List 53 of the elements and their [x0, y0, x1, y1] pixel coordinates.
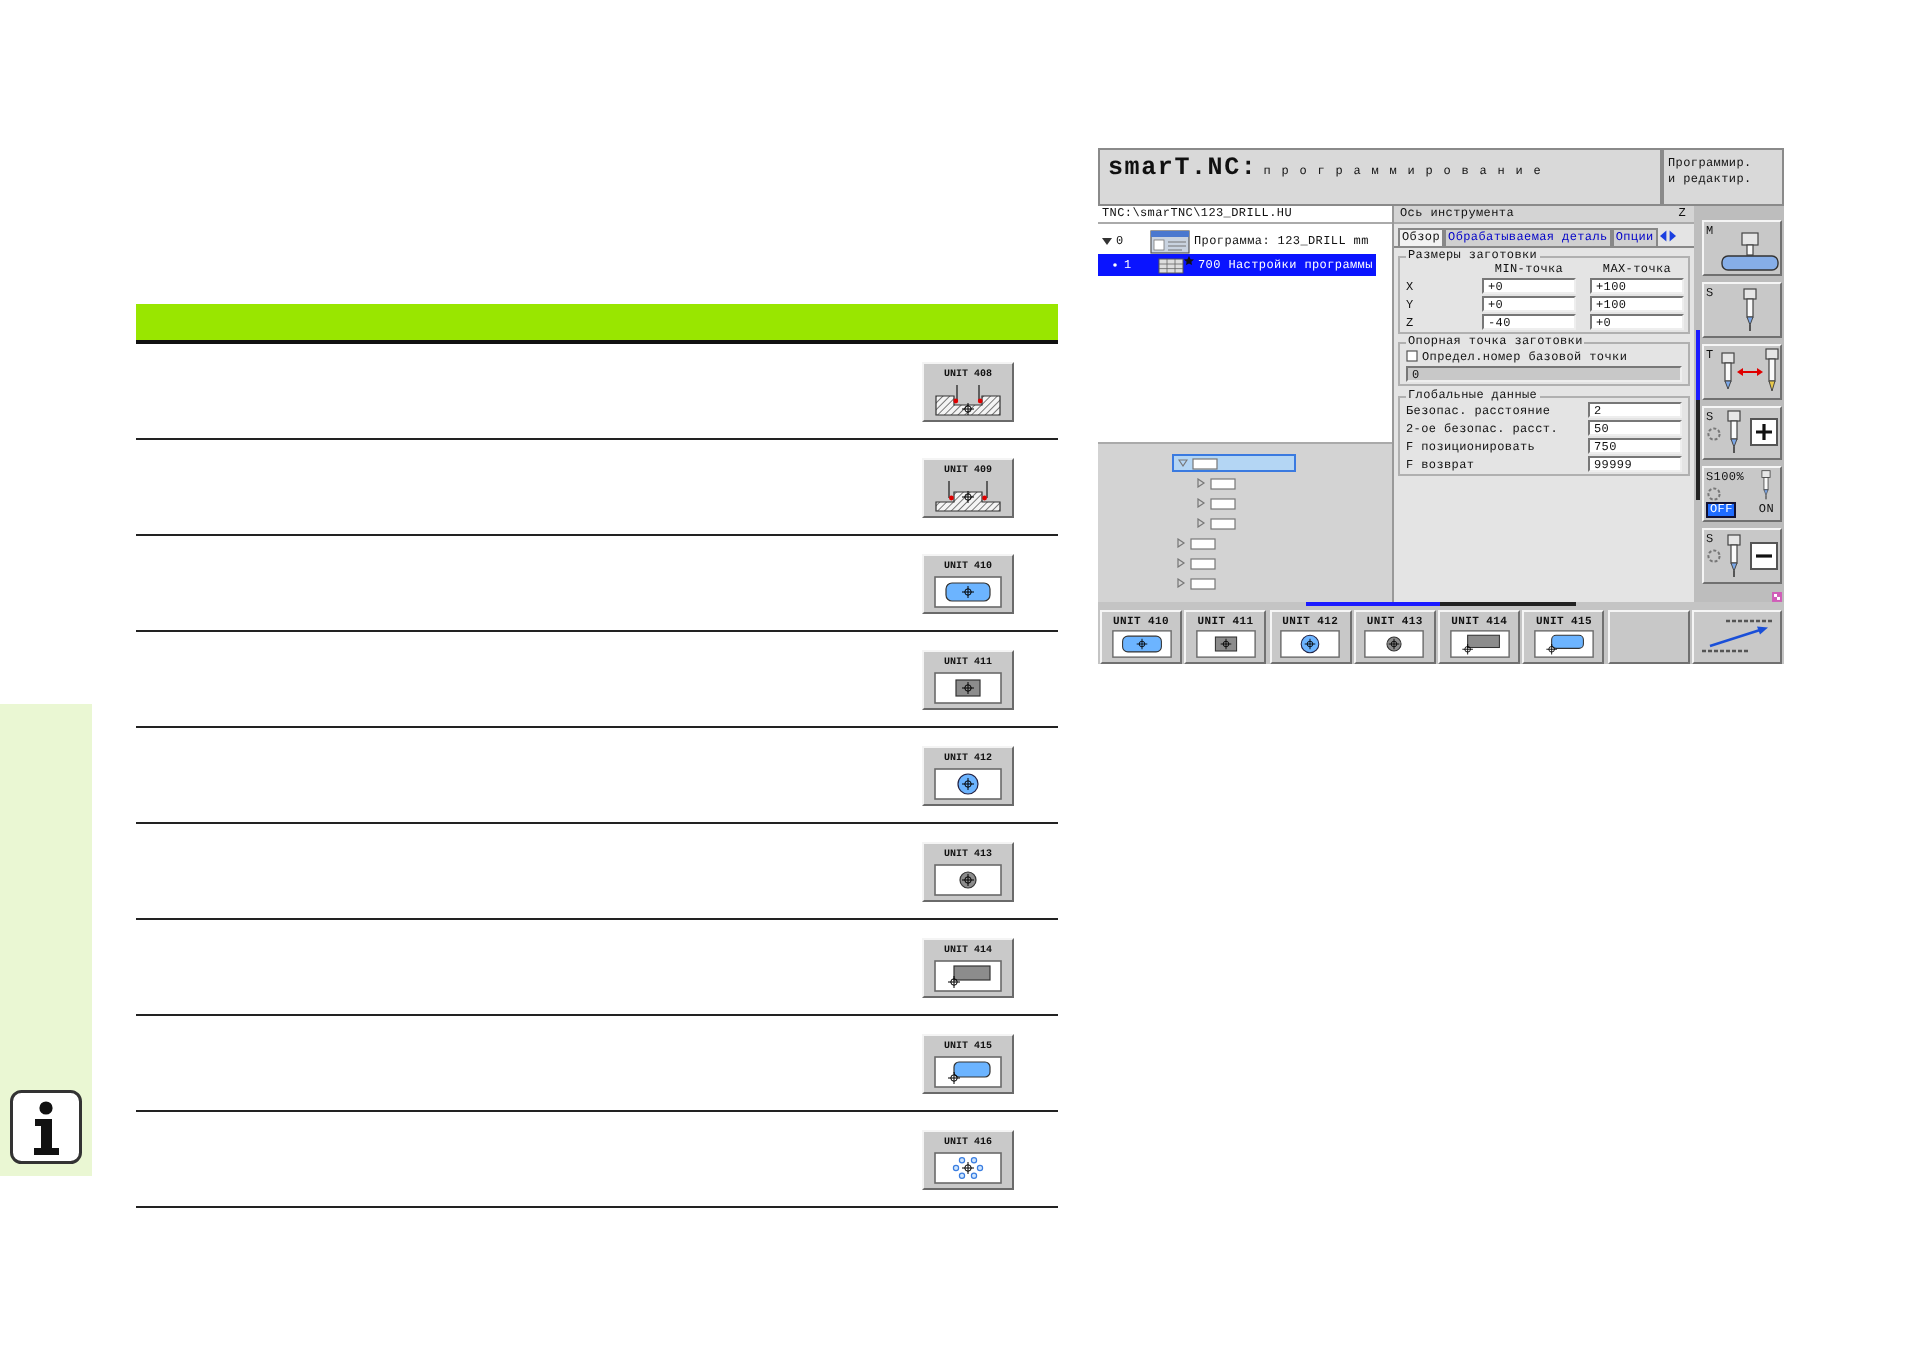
plus-icon — [1750, 418, 1778, 447]
node-box-icon — [1190, 577, 1216, 589]
tree-node[interactable] — [1172, 534, 1220, 552]
softkey-row-arrow-icon — [1699, 616, 1776, 656]
tool-icon — [1741, 287, 1757, 332]
info-icon — [10, 1090, 82, 1164]
node-box-icon — [1190, 557, 1216, 569]
tool-icon — [1726, 534, 1742, 579]
corner-rectangle-icon — [934, 959, 1002, 991]
tool-icon — [1726, 410, 1742, 455]
small-status-icon — [1772, 592, 1782, 603]
node-box-icon — [1210, 517, 1236, 529]
collapsed-arrow-icon[interactable] — [1176, 538, 1186, 548]
rounded-rectangle-icon — [934, 575, 1002, 607]
node-box-icon — [1192, 457, 1218, 469]
ridge-probe-icon — [934, 479, 1002, 511]
dashed-circle-icon — [1706, 548, 1722, 565]
rounded-rectangle-icon — [1111, 629, 1171, 657]
machine-table-icon — [1720, 231, 1780, 272]
rectangle-icon — [1195, 629, 1256, 657]
slot-probe-icon — [934, 383, 1002, 415]
tree-node[interactable] — [1172, 454, 1296, 472]
dashed-circle-icon — [1706, 485, 1722, 502]
corner-rectangle-icon — [934, 1055, 1002, 1087]
collapsed-arrow-icon[interactable] — [1196, 498, 1206, 508]
tree-node[interactable] — [1172, 554, 1220, 572]
tree-node[interactable] — [1192, 494, 1240, 512]
settings-grid-icon — [1158, 256, 1194, 274]
collapsed-arrow-icon[interactable] — [1196, 518, 1206, 528]
collapsed-arrow-icon[interactable] — [1196, 478, 1206, 488]
corner-rectangle-icon — [1533, 629, 1594, 657]
node-box-icon — [1210, 477, 1236, 489]
tool-change-icon — [1720, 347, 1780, 396]
corner-rectangle-icon — [1449, 629, 1510, 657]
collapsed-arrow-icon[interactable] — [1176, 558, 1186, 568]
expanded-arrow-icon[interactable] — [1102, 236, 1112, 246]
program-icon — [1150, 229, 1190, 253]
collapsed-arrow-icon[interactable] — [1176, 578, 1186, 588]
checkbox[interactable] — [1406, 350, 1418, 362]
tool-icon — [1758, 470, 1774, 501]
node-box-icon — [1210, 497, 1236, 509]
dashed-circle-icon — [1706, 425, 1722, 442]
leaf-dot-icon — [1110, 260, 1120, 270]
tree-node[interactable] — [1192, 514, 1240, 532]
tree-node[interactable] — [1172, 574, 1220, 592]
softkey-page-key[interactable] — [1692, 609, 1782, 663]
minus-icon — [1750, 542, 1778, 571]
blank-softkey[interactable] — [1607, 609, 1690, 663]
tree-node[interactable] — [1192, 474, 1240, 492]
node-box-icon — [1190, 537, 1216, 549]
app-name: smarT.NC: — [1108, 154, 1258, 184]
rectangle-icon — [934, 671, 1002, 703]
tab-scroll-arrows-icon[interactable] — [1659, 230, 1676, 242]
